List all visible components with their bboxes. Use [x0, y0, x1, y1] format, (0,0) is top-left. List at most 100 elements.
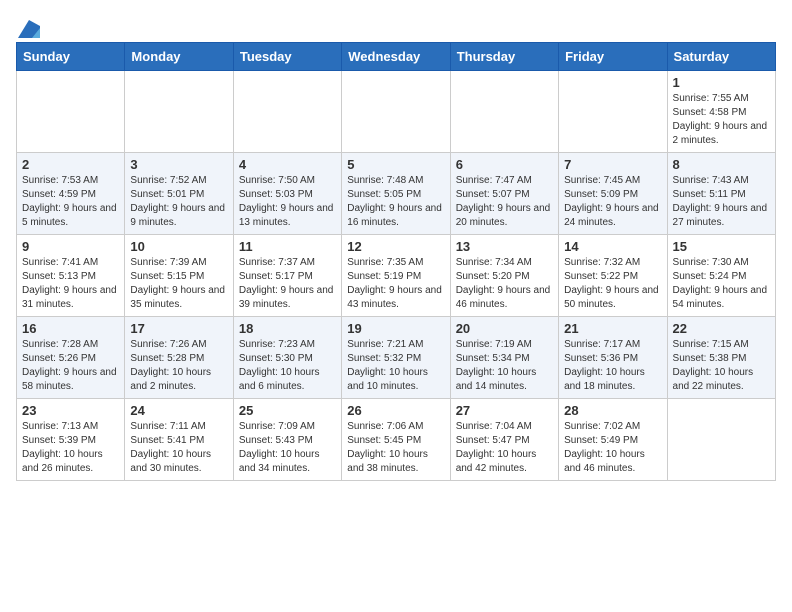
calendar-cell: 1 Sunrise: 7:55 AM Sunset: 4:58 PM Daylig…	[667, 71, 775, 153]
day-info: Sunrise: 7:15 AM Sunset: 5:38 PM Dayligh…	[673, 338, 770, 394]
day-number: 21	[564, 321, 661, 336]
day-info: Sunrise: 7:02 AM Sunset: 5:49 PM Dayligh…	[564, 420, 661, 476]
day-number: 11	[239, 239, 336, 254]
day-info: Sunrise: 7:45 AM Sunset: 5:09 PM Dayligh…	[564, 174, 661, 230]
day-info: Sunrise: 7:35 AM Sunset: 5:19 PM Dayligh…	[347, 256, 444, 312]
day-number: 20	[456, 321, 553, 336]
calendar-cell: 3 Sunrise: 7:52 AM Sunset: 5:01 PM Daylig…	[125, 153, 233, 235]
calendar-cell: 14 Sunrise: 7:32 AM Sunset: 5:22 PM Dayli…	[559, 235, 667, 317]
day-number: 12	[347, 239, 444, 254]
day-number: 7	[564, 157, 661, 172]
calendar-cell: 17 Sunrise: 7:26 AM Sunset: 5:28 PM Dayli…	[125, 317, 233, 399]
day-info: Sunrise: 7:37 AM Sunset: 5:17 PM Dayligh…	[239, 256, 336, 312]
calendar-header-row: SundayMondayTuesdayWednesdayThursdayFrid…	[17, 43, 776, 71]
calendar-cell: 28 Sunrise: 7:02 AM Sunset: 5:49 PM Dayli…	[559, 399, 667, 481]
day-info: Sunrise: 7:09 AM Sunset: 5:43 PM Dayligh…	[239, 420, 336, 476]
calendar-cell: 21 Sunrise: 7:17 AM Sunset: 5:36 PM Dayli…	[559, 317, 667, 399]
day-info: Sunrise: 7:23 AM Sunset: 5:30 PM Dayligh…	[239, 338, 336, 394]
day-info: Sunrise: 7:28 AM Sunset: 5:26 PM Dayligh…	[22, 338, 119, 394]
day-info: Sunrise: 7:39 AM Sunset: 5:15 PM Dayligh…	[130, 256, 227, 312]
calendar-cell: 11 Sunrise: 7:37 AM Sunset: 5:17 PM Dayli…	[233, 235, 341, 317]
calendar-week-row: 16 Sunrise: 7:28 AM Sunset: 5:26 PM Dayli…	[17, 317, 776, 399]
day-number: 9	[22, 239, 119, 254]
day-number: 10	[130, 239, 227, 254]
day-info: Sunrise: 7:52 AM Sunset: 5:01 PM Dayligh…	[130, 174, 227, 230]
calendar-cell: 5 Sunrise: 7:48 AM Sunset: 5:05 PM Daylig…	[342, 153, 450, 235]
day-number: 14	[564, 239, 661, 254]
day-info: Sunrise: 7:41 AM Sunset: 5:13 PM Dayligh…	[22, 256, 119, 312]
day-number: 3	[130, 157, 227, 172]
day-info: Sunrise: 7:32 AM Sunset: 5:22 PM Dayligh…	[564, 256, 661, 312]
calendar-cell: 16 Sunrise: 7:28 AM Sunset: 5:26 PM Dayli…	[17, 317, 125, 399]
calendar-cell	[233, 71, 341, 153]
day-number: 6	[456, 157, 553, 172]
day-info: Sunrise: 7:13 AM Sunset: 5:39 PM Dayligh…	[22, 420, 119, 476]
day-info: Sunrise: 7:11 AM Sunset: 5:41 PM Dayligh…	[130, 420, 227, 476]
calendar-cell: 25 Sunrise: 7:09 AM Sunset: 5:43 PM Dayli…	[233, 399, 341, 481]
day-number: 26	[347, 403, 444, 418]
calendar-cell	[125, 71, 233, 153]
day-number: 18	[239, 321, 336, 336]
calendar-week-row: 1 Sunrise: 7:55 AM Sunset: 4:58 PM Daylig…	[17, 71, 776, 153]
calendar-cell	[342, 71, 450, 153]
day-number: 16	[22, 321, 119, 336]
calendar-cell: 12 Sunrise: 7:35 AM Sunset: 5:19 PM Dayli…	[342, 235, 450, 317]
day-number: 28	[564, 403, 661, 418]
calendar-week-row: 2 Sunrise: 7:53 AM Sunset: 4:59 PM Daylig…	[17, 153, 776, 235]
day-number: 2	[22, 157, 119, 172]
day-info: Sunrise: 7:53 AM Sunset: 4:59 PM Dayligh…	[22, 174, 119, 230]
logo	[16, 16, 40, 34]
day-number: 25	[239, 403, 336, 418]
calendar-cell: 9 Sunrise: 7:41 AM Sunset: 5:13 PM Daylig…	[17, 235, 125, 317]
day-info: Sunrise: 7:55 AM Sunset: 4:58 PM Dayligh…	[673, 92, 770, 148]
day-of-week-header: Sunday	[17, 43, 125, 71]
calendar-cell: 19 Sunrise: 7:21 AM Sunset: 5:32 PM Dayli…	[342, 317, 450, 399]
day-number: 23	[22, 403, 119, 418]
page-header	[16, 16, 776, 34]
day-number: 27	[456, 403, 553, 418]
day-info: Sunrise: 7:47 AM Sunset: 5:07 PM Dayligh…	[456, 174, 553, 230]
calendar-cell	[559, 71, 667, 153]
day-info: Sunrise: 7:48 AM Sunset: 5:05 PM Dayligh…	[347, 174, 444, 230]
calendar-cell: 18 Sunrise: 7:23 AM Sunset: 5:30 PM Dayli…	[233, 317, 341, 399]
day-number: 5	[347, 157, 444, 172]
day-of-week-header: Wednesday	[342, 43, 450, 71]
calendar-cell: 20 Sunrise: 7:19 AM Sunset: 5:34 PM Dayli…	[450, 317, 558, 399]
day-number: 19	[347, 321, 444, 336]
day-of-week-header: Tuesday	[233, 43, 341, 71]
day-info: Sunrise: 7:34 AM Sunset: 5:20 PM Dayligh…	[456, 256, 553, 312]
calendar-week-row: 9 Sunrise: 7:41 AM Sunset: 5:13 PM Daylig…	[17, 235, 776, 317]
day-number: 8	[673, 157, 770, 172]
day-of-week-header: Friday	[559, 43, 667, 71]
day-info: Sunrise: 7:06 AM Sunset: 5:45 PM Dayligh…	[347, 420, 444, 476]
calendar-cell: 24 Sunrise: 7:11 AM Sunset: 5:41 PM Dayli…	[125, 399, 233, 481]
day-number: 24	[130, 403, 227, 418]
day-of-week-header: Thursday	[450, 43, 558, 71]
day-info: Sunrise: 7:50 AM Sunset: 5:03 PM Dayligh…	[239, 174, 336, 230]
calendar-cell: 6 Sunrise: 7:47 AM Sunset: 5:07 PM Daylig…	[450, 153, 558, 235]
day-number: 15	[673, 239, 770, 254]
calendar-cell: 4Sunrise: 7:50 AM Sunset: 5:03 PM Daylig…	[233, 153, 341, 235]
calendar-cell	[667, 399, 775, 481]
calendar-cell: 23 Sunrise: 7:13 AM Sunset: 5:39 PM Dayli…	[17, 399, 125, 481]
calendar-table: SundayMondayTuesdayWednesdayThursdayFrid…	[16, 42, 776, 481]
day-info: Sunrise: 7:21 AM Sunset: 5:32 PM Dayligh…	[347, 338, 444, 394]
day-info: Sunrise: 7:04 AM Sunset: 5:47 PM Dayligh…	[456, 420, 553, 476]
day-of-week-header: Monday	[125, 43, 233, 71]
calendar-cell: 15Sunrise: 7:30 AM Sunset: 5:24 PM Dayli…	[667, 235, 775, 317]
day-info: Sunrise: 7:19 AM Sunset: 5:34 PM Dayligh…	[456, 338, 553, 394]
calendar-cell: 22Sunrise: 7:15 AM Sunset: 5:38 PM Dayli…	[667, 317, 775, 399]
logo-icon	[18, 20, 40, 38]
calendar-cell	[17, 71, 125, 153]
calendar-cell: 27 Sunrise: 7:04 AM Sunset: 5:47 PM Dayli…	[450, 399, 558, 481]
calendar-cell: 13Sunrise: 7:34 AM Sunset: 5:20 PM Dayli…	[450, 235, 558, 317]
calendar-cell	[450, 71, 558, 153]
day-info: Sunrise: 7:26 AM Sunset: 5:28 PM Dayligh…	[130, 338, 227, 394]
calendar-cell: 10 Sunrise: 7:39 AM Sunset: 5:15 PM Dayli…	[125, 235, 233, 317]
day-of-week-header: Saturday	[667, 43, 775, 71]
calendar-cell: 7 Sunrise: 7:45 AM Sunset: 5:09 PM Daylig…	[559, 153, 667, 235]
day-info: Sunrise: 7:17 AM Sunset: 5:36 PM Dayligh…	[564, 338, 661, 394]
day-number: 1	[673, 75, 770, 90]
day-number: 17	[130, 321, 227, 336]
calendar-cell: 8Sunrise: 7:43 AM Sunset: 5:11 PM Daylig…	[667, 153, 775, 235]
